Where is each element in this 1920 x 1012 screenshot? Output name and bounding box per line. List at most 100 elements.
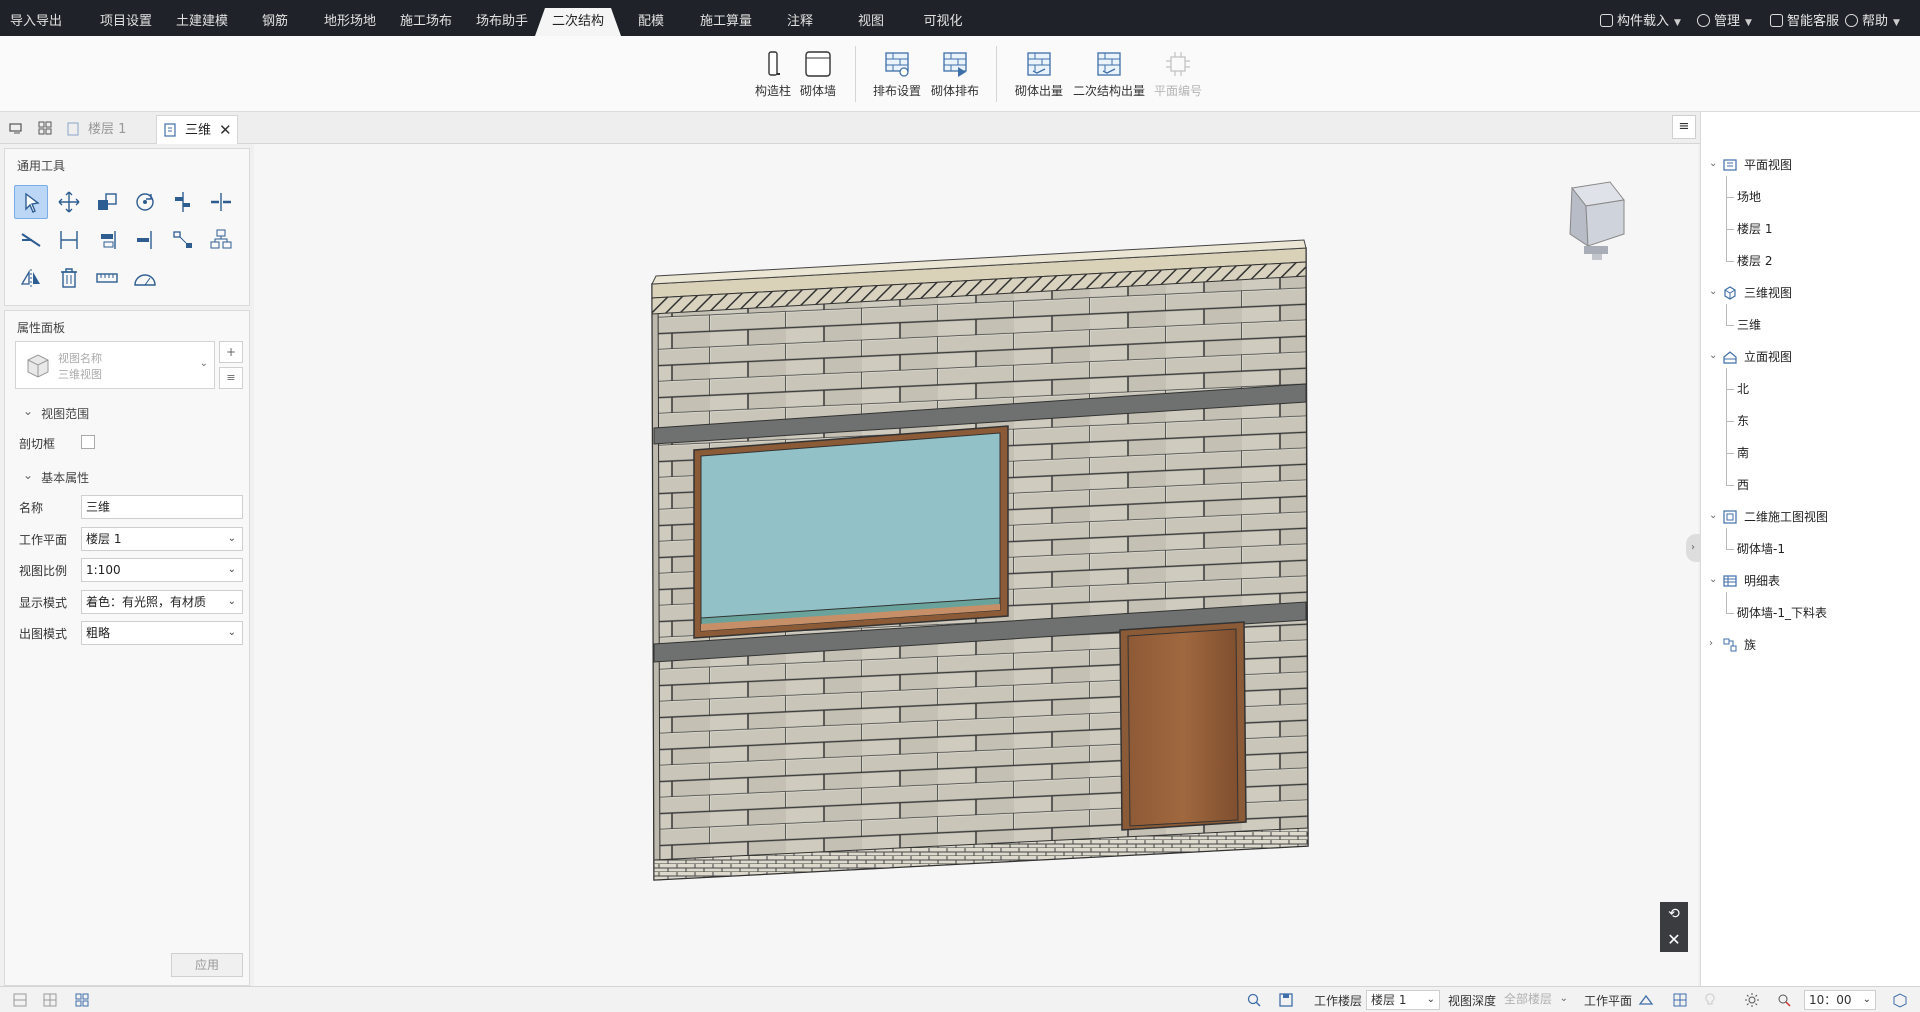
layout-grid-icon[interactable]: [74, 992, 90, 1008]
view-cube[interactable]: [1558, 174, 1638, 264]
prop-view-scale-select[interactable]: 1:100 ⌄: [81, 558, 243, 582]
ribbon-column-button[interactable]: 构造柱: [752, 50, 794, 99]
section-basic-properties[interactable]: 基本属性: [23, 469, 89, 486]
work-floor-select[interactable]: 楼层 1 ⌄: [1366, 990, 1440, 1010]
menu-icon[interactable]: ≡: [1672, 115, 1696, 139]
add-view-button[interactable]: +: [219, 341, 243, 363]
3d-viewport[interactable]: › ⟲ ✕: [254, 144, 1700, 986]
browser-group[interactable]: 族: [1744, 636, 1756, 654]
prop-work-plane-select[interactable]: 楼层 1 ⌄: [81, 527, 243, 551]
doc-tab-3d[interactable]: 三维 ✕: [156, 115, 238, 144]
rotate-tool[interactable]: [128, 185, 162, 219]
chevron-down-icon[interactable]: ⌄: [1709, 510, 1717, 521]
mirror-tool[interactable]: [14, 261, 48, 295]
menu-tab-view[interactable]: 视图: [836, 8, 906, 36]
prop-display-mode-select[interactable]: 着色：有光照，有材质 ⌄: [81, 590, 243, 614]
menu-tab-civil-modeling[interactable]: 土建建模: [162, 8, 242, 36]
section-view-range[interactable]: 视图范围: [23, 405, 89, 422]
doc-tab-floor-1[interactable]: 楼层 1: [60, 115, 156, 144]
chevron-down-icon[interactable]: ⌄: [1709, 350, 1717, 361]
browser-item[interactable]: 三维: [1737, 316, 1761, 334]
menu-tab-project-settings[interactable]: 项目设置: [86, 8, 166, 36]
view-list-button[interactable]: ≡: [219, 367, 243, 389]
browser-group[interactable]: 立面视图: [1744, 348, 1792, 366]
angle-measure-tool[interactable]: [128, 261, 162, 295]
measure-tool[interactable]: [90, 261, 124, 295]
trim-tool[interactable]: [14, 223, 48, 257]
browser-item[interactable]: 场地: [1737, 188, 1761, 206]
wall-3d-model[interactable]: [254, 144, 1698, 986]
close-icon[interactable]: ✕: [219, 116, 232, 145]
ribbon-secondary-quantity-button[interactable]: 二次结构出量: [1071, 50, 1147, 99]
ribbon-masonry-quantity-button[interactable]: 砌体出量: [1011, 50, 1067, 99]
crop-box-checkbox[interactable]: [81, 435, 95, 449]
save-view-icon[interactable]: [1278, 992, 1294, 1008]
menu-tab-formwork[interactable]: 配模: [616, 8, 686, 36]
prop-name-input[interactable]: 三维: [81, 495, 243, 519]
window-restore-icon[interactable]: [8, 120, 24, 136]
orbit-reset-icon[interactable]: ⟲: [1660, 902, 1688, 926]
extend-tool[interactable]: [128, 223, 162, 257]
component-load-menu[interactable]: 构件载入 ▼: [1600, 0, 1681, 36]
layout-single-icon[interactable]: [12, 992, 28, 1008]
browser-item[interactable]: 砌体墙-1: [1737, 540, 1785, 558]
shadow-icon[interactable]: [1776, 992, 1792, 1008]
array-tool[interactable]: [166, 223, 200, 257]
sun-icon[interactable]: [1744, 992, 1760, 1008]
view-depth-select[interactable]: 全部楼层 ⌄: [1500, 990, 1572, 1010]
menu-tab-visualization[interactable]: 可视化: [906, 8, 980, 36]
ribbon-masonry-wall-button[interactable]: 砌体墙: [796, 50, 840, 99]
ribbon-masonry-layout-button[interactable]: 砌体排布: [928, 50, 982, 99]
help-menu[interactable]: 帮助 ▼: [1845, 0, 1900, 36]
manage-menu[interactable]: 管理 ▼: [1697, 0, 1752, 36]
chevron-down-icon[interactable]: ⌄: [1709, 574, 1717, 585]
group-tool[interactable]: [204, 223, 238, 257]
menu-tab-layout-assistant[interactable]: 场布助手: [462, 8, 542, 36]
chevron-down-icon[interactable]: ⌄: [1709, 286, 1717, 297]
offset-tool[interactable]: [90, 223, 124, 257]
browser-item[interactable]: 北: [1737, 380, 1749, 398]
grid-toggle-icon[interactable]: [1672, 992, 1688, 1008]
browser-group[interactable]: 二维施工图视图: [1744, 508, 1828, 526]
dimension-tool[interactable]: [52, 223, 86, 257]
browser-item[interactable]: 楼层 2: [1737, 252, 1772, 270]
delete-tool[interactable]: [52, 261, 86, 295]
select-tool[interactable]: [14, 185, 48, 219]
browser-item[interactable]: 砌体墙-1_下料表: [1737, 604, 1827, 622]
cube-icon[interactable]: [1892, 992, 1908, 1008]
browser-item[interactable]: 东: [1737, 412, 1749, 430]
prop-output-mode-select[interactable]: 粗略 ⌄: [81, 621, 243, 645]
collapse-browser-button[interactable]: ›: [1686, 534, 1700, 562]
browser-item[interactable]: 楼层 1: [1737, 220, 1772, 238]
chevron-right-icon[interactable]: ›: [1709, 638, 1713, 649]
menu-tab-annotation[interactable]: 注释: [766, 8, 834, 36]
browser-group[interactable]: 三维视图: [1744, 284, 1792, 302]
ribbon-plan-number-button[interactable]: 平面编号: [1151, 50, 1205, 99]
menu-tab-rebar[interactable]: 钢筋: [238, 8, 312, 36]
zoom-fit-icon[interactable]: [1246, 992, 1262, 1008]
split-tool[interactable]: [204, 185, 238, 219]
menu-tab-import-export[interactable]: 导入导出: [0, 8, 72, 36]
browser-group[interactable]: 平面视图: [1744, 156, 1792, 174]
time-select[interactable]: 10：00 ⌄: [1804, 990, 1876, 1010]
menu-tab-secondary-structure[interactable]: 二次结构: [535, 8, 621, 36]
align-tool[interactable]: [166, 185, 200, 219]
copy-tool[interactable]: [90, 185, 124, 219]
layout-split-icon[interactable]: [42, 992, 58, 1008]
apply-button[interactable]: 应用: [171, 953, 243, 977]
move-tool[interactable]: [52, 185, 86, 219]
light-icon[interactable]: [1702, 992, 1718, 1008]
menu-tab-construction-quantity[interactable]: 施工算量: [686, 8, 766, 36]
ribbon-layout-settings-button[interactable]: 排布设置: [870, 50, 924, 99]
menu-tab-terrain-site[interactable]: 地形场地: [310, 8, 390, 36]
browser-group[interactable]: 明细表: [1744, 572, 1780, 590]
work-plane-icon[interactable]: [1638, 992, 1654, 1008]
browser-item[interactable]: 西: [1737, 476, 1749, 494]
close-icon[interactable]: ✕: [1660, 928, 1688, 952]
browser-item[interactable]: 南: [1737, 444, 1749, 462]
menu-tab-site-layout[interactable]: 施工场布: [386, 8, 466, 36]
smart-service-button[interactable]: 智能客服: [1770, 0, 1839, 36]
chevron-down-icon[interactable]: ⌄: [1709, 158, 1717, 169]
grid-view-icon[interactable]: [37, 120, 53, 136]
view-type-selector[interactable]: 视图名称 三维视图 ⌄: [15, 341, 215, 389]
